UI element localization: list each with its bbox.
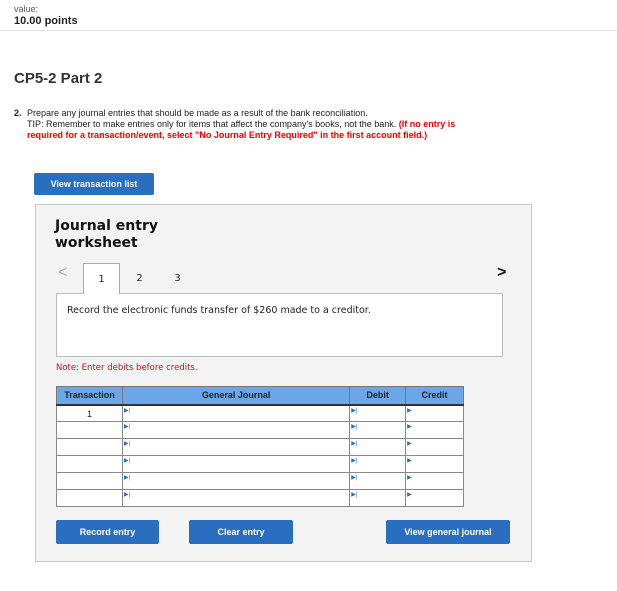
page-title: CP5-2 Part 2 <box>14 70 103 87</box>
account-cell[interactable]: ▶| <box>121 404 351 422</box>
chevron-left-icon[interactable]: < <box>58 264 67 282</box>
debit-cell[interactable]: ▶| <box>349 489 407 507</box>
question-text: Prepare any journal entries that should … <box>27 108 368 118</box>
credit-cell[interactable]: ▶ <box>405 472 464 490</box>
transaction-cell <box>56 438 123 456</box>
account-cell[interactable]: ▶| <box>121 489 351 507</box>
table-row: ▶| ▶| ▶ <box>56 455 464 473</box>
tab-1[interactable]: 1 <box>83 263 120 294</box>
transaction-cell <box>56 489 123 507</box>
credit-cell[interactable]: ▶ <box>405 404 464 422</box>
debit-cell[interactable]: ▶| <box>349 455 407 473</box>
worksheet-title: Journal entry worksheet <box>55 218 158 251</box>
debit-cell[interactable]: ▶| <box>349 404 407 422</box>
dropdown-arrow-icon[interactable]: ▶| <box>124 474 130 481</box>
dropdown-arrow-icon[interactable]: ▶| <box>124 423 130 430</box>
account-cell[interactable]: ▶| <box>121 438 351 456</box>
transaction-prompt: Record the electronic funds transfer of … <box>56 293 503 357</box>
record-entry-button[interactable]: Record entry <box>56 520 159 544</box>
table-row: ▶| ▶| ▶ <box>56 421 464 439</box>
dropdown-arrow-icon[interactable]: ▶ <box>407 423 412 430</box>
table-row: ▶| ▶| ▶ <box>56 438 464 456</box>
transaction-cell <box>56 421 123 439</box>
account-cell[interactable]: ▶| <box>121 455 351 473</box>
credit-cell[interactable]: ▶ <box>405 489 464 507</box>
credit-cell[interactable]: ▶ <box>405 421 464 439</box>
debit-cell[interactable]: ▶| <box>349 438 407 456</box>
credit-cell[interactable]: ▶ <box>405 438 464 456</box>
dropdown-arrow-icon[interactable]: ▶| <box>351 491 357 498</box>
col-general-journal: General Journal <box>121 386 351 406</box>
account-cell[interactable]: ▶| <box>121 421 351 439</box>
dropdown-arrow-icon[interactable]: ▶| <box>351 474 357 481</box>
account-cell[interactable]: ▶| <box>121 472 351 490</box>
dropdown-arrow-icon[interactable]: ▶ <box>407 491 412 498</box>
dropdown-arrow-icon[interactable]: ▶ <box>407 474 412 481</box>
dropdown-arrow-icon[interactable]: ▶ <box>407 457 412 464</box>
view-transaction-list-button[interactable]: View transaction list <box>34 173 154 195</box>
dropdown-arrow-icon[interactable]: ▶| <box>351 423 357 430</box>
value-label: value: <box>14 4 39 14</box>
question: 2. Prepare any journal entries that shou… <box>14 108 474 141</box>
table-row: ▶| ▶| ▶ <box>56 472 464 490</box>
clear-entry-button[interactable]: Clear entry <box>189 520 293 544</box>
transaction-cell <box>56 455 123 473</box>
points-value: 10.00 points <box>14 15 78 27</box>
dropdown-arrow-icon[interactable]: ▶| <box>124 457 130 464</box>
divider <box>0 30 617 31</box>
tab-2[interactable]: 2 <box>121 263 158 294</box>
dropdown-arrow-icon[interactable]: ▶ <box>407 440 412 447</box>
col-credit: Credit <box>405 386 464 406</box>
dropdown-arrow-icon[interactable]: ▶| <box>351 457 357 464</box>
dropdown-arrow-icon[interactable]: ▶| <box>124 440 130 447</box>
dropdown-arrow-icon[interactable]: ▶| <box>351 440 357 447</box>
table-row: 1 ▶| ▶| ▶ <box>56 404 464 422</box>
tab-3[interactable]: 3 <box>159 263 196 294</box>
dropdown-arrow-icon[interactable]: ▶ <box>407 407 412 414</box>
question-tip: TIP: Remember to make entries only for i… <box>27 119 397 129</box>
transaction-cell <box>56 472 123 490</box>
question-number: 2. <box>14 108 22 118</box>
journal-table: Transaction General Journal Debit Credit… <box>56 386 464 507</box>
journal-entry-worksheet-panel <box>35 204 532 562</box>
view-general-journal-button[interactable]: View general journal <box>386 520 510 544</box>
col-transaction: Transaction <box>56 386 123 406</box>
table-row: ▶| ▶| ▶ <box>56 489 464 507</box>
note-text: Note: Enter debits before credits. <box>56 363 198 373</box>
dropdown-arrow-icon[interactable]: ▶| <box>124 491 130 498</box>
chevron-right-icon[interactable]: > <box>497 264 506 282</box>
debit-cell[interactable]: ▶| <box>349 472 407 490</box>
credit-cell[interactable]: ▶ <box>405 455 464 473</box>
transaction-cell: 1 <box>56 404 123 422</box>
dropdown-arrow-icon[interactable]: ▶| <box>124 407 130 414</box>
debit-cell[interactable]: ▶| <box>349 421 407 439</box>
col-debit: Debit <box>349 386 407 406</box>
dropdown-arrow-icon[interactable]: ▶| <box>351 407 357 414</box>
